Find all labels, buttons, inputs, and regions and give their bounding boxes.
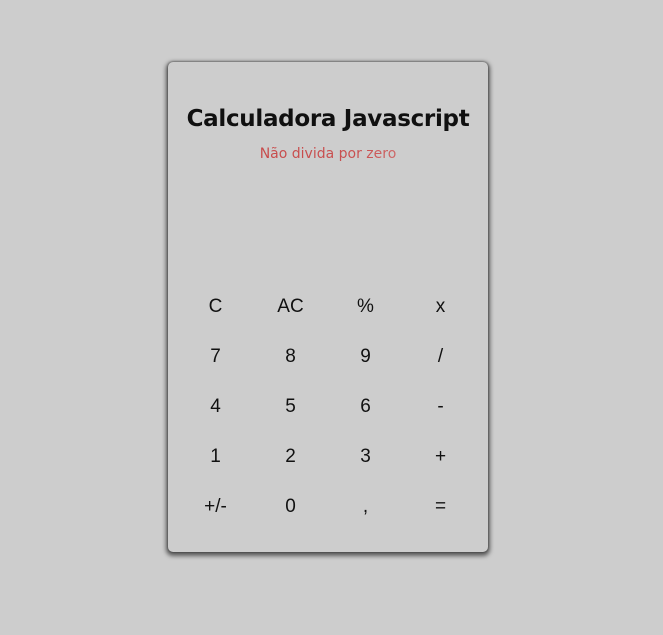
digit-5-button[interactable]: 5: [253, 382, 328, 432]
digit-0-button[interactable]: 0: [253, 482, 328, 532]
equals-button[interactable]: =: [403, 482, 478, 532]
page-title: Calculadora Javascript: [186, 106, 470, 132]
digit-4-button[interactable]: 4: [178, 382, 253, 432]
digit-2-button[interactable]: 2: [253, 432, 328, 482]
all-clear-button[interactable]: AC: [253, 282, 328, 332]
calculator: Calculadora Javascript Não divida por ze…: [168, 62, 488, 552]
add-button[interactable]: +: [403, 432, 478, 482]
digit-7-button[interactable]: 7: [178, 332, 253, 382]
negate-button[interactable]: +/-: [178, 482, 253, 532]
multiply-button[interactable]: x: [403, 282, 478, 332]
digit-6-button[interactable]: 6: [328, 382, 403, 432]
subtitle-warning: Não divida por zero: [168, 146, 488, 162]
digit-8-button[interactable]: 8: [253, 332, 328, 382]
clear-button[interactable]: C: [178, 282, 253, 332]
decimal-comma-button[interactable]: ,: [328, 482, 403, 532]
digit-9-button[interactable]: 9: [328, 332, 403, 382]
keypad: C AC % x 7 8 9 / 4 5 6 - 1 2 3 + +/- 0 ,…: [178, 282, 478, 532]
calculator-display: [188, 182, 468, 277]
subtract-button[interactable]: -: [403, 382, 478, 432]
digit-1-button[interactable]: 1: [178, 432, 253, 482]
divide-button[interactable]: /: [403, 332, 478, 382]
digit-3-button[interactable]: 3: [328, 432, 403, 482]
percent-button[interactable]: %: [328, 282, 403, 332]
